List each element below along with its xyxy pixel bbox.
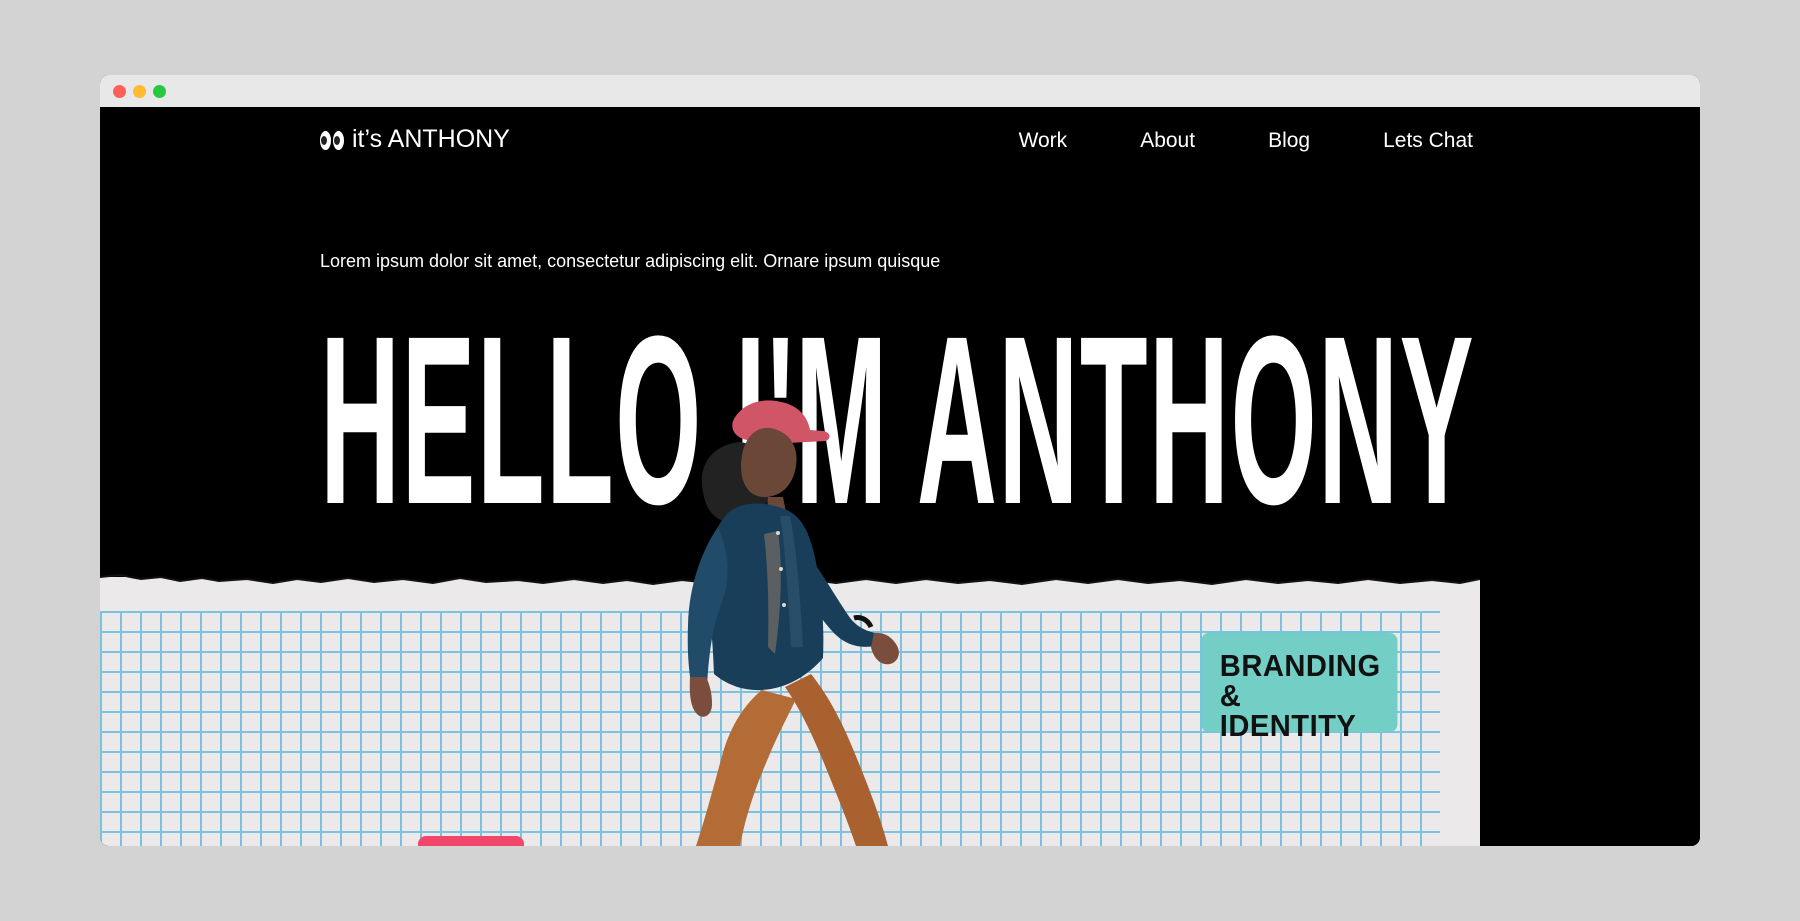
grid-panel: BRANDING & IDENTITY	[100, 577, 1480, 846]
nav-about-link[interactable]: About	[1140, 130, 1195, 151]
minimize-dot[interactable]	[133, 85, 146, 98]
right-eye-icon	[333, 131, 344, 150]
badge-line-1: BRANDING &	[1219, 648, 1381, 713]
brand-text: it’s ANTHONY	[352, 125, 510, 153]
eyes-icon	[320, 131, 344, 150]
pink-tab-shape	[418, 836, 524, 846]
browser-window: it’s ANTHONY Work About Blog Lets Chat L…	[100, 75, 1700, 846]
maximize-dot[interactable]	[153, 85, 166, 98]
left-eye-icon	[320, 131, 331, 150]
hero-headline-text: HELLO I'M ANTHONY	[320, 291, 1475, 526]
hero-intro-text: Lorem ipsum dolor sit amet, consectetur …	[320, 251, 941, 271]
badge-line-2: IDENTITY	[1219, 707, 1357, 743]
portfolio-page: it’s ANTHONY Work About Blog Lets Chat L…	[100, 107, 1700, 846]
hero-headline: HELLO I'M ANTHONY	[320, 291, 1475, 526]
window-titlebar	[100, 75, 1700, 107]
main-navigation: Work About Blog Lets Chat	[1019, 130, 1473, 151]
nav-work-link[interactable]: Work	[1019, 130, 1068, 151]
branding-identity-badge[interactable]: BRANDING & IDENTITY	[1201, 633, 1398, 740]
close-dot[interactable]	[113, 85, 126, 98]
site-brand[interactable]: it’s ANTHONY	[320, 127, 510, 152]
nav-chat-link[interactable]: Lets Chat	[1383, 130, 1473, 151]
nav-blog-link[interactable]: Blog	[1268, 130, 1310, 151]
